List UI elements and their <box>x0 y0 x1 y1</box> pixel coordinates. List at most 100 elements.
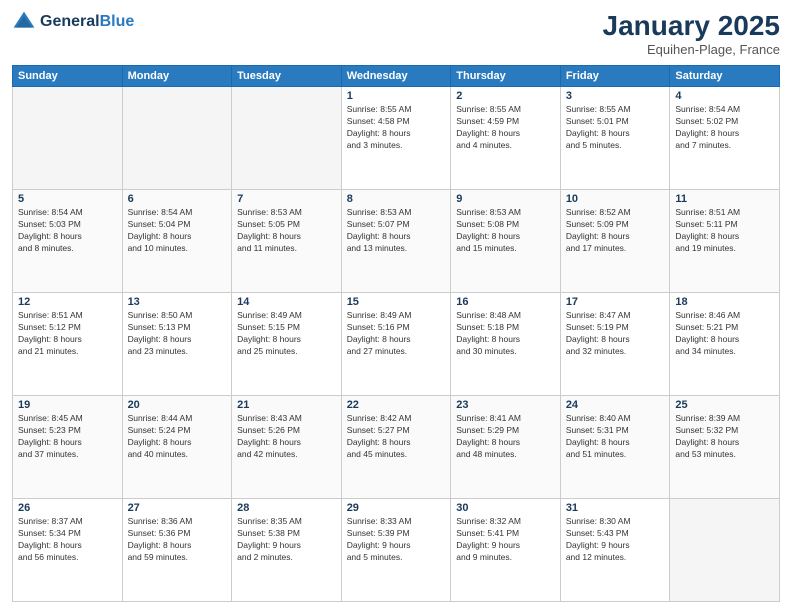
month-title: January 2025 <box>603 10 780 42</box>
day-info: Sunrise: 8:35 AM Sunset: 5:38 PM Dayligh… <box>237 516 336 564</box>
calendar-cell: 29 Sunrise: 8:33 AM Sunset: 5:39 PM Dayli… <box>341 499 451 602</box>
day-info: Sunrise: 8:54 AM Sunset: 5:03 PM Dayligh… <box>18 207 117 255</box>
day-info: Sunrise: 8:43 AM Sunset: 5:26 PM Dayligh… <box>237 413 336 461</box>
calendar-cell: 8 Sunrise: 8:53 AM Sunset: 5:07 PM Daylig… <box>341 190 451 293</box>
day-number: 2 <box>456 90 555 102</box>
calendar-cell: 15 Sunrise: 8:49 AM Sunset: 5:16 PM Dayli… <box>341 293 451 396</box>
day-info: Sunrise: 8:53 AM Sunset: 5:07 PM Dayligh… <box>347 207 446 255</box>
logo: GeneralBlue <box>12 10 134 34</box>
day-number: 9 <box>456 193 555 205</box>
calendar-table: Sunday Monday Tuesday Wednesday Thursday… <box>12 65 780 602</box>
day-info: Sunrise: 8:50 AM Sunset: 5:13 PM Dayligh… <box>128 310 227 358</box>
calendar-cell: 27 Sunrise: 8:36 AM Sunset: 5:36 PM Dayli… <box>122 499 232 602</box>
day-number: 16 <box>456 296 555 308</box>
calendar-cell <box>13 87 123 190</box>
logo-icon <box>12 10 36 34</box>
day-info: Sunrise: 8:32 AM Sunset: 5:41 PM Dayligh… <box>456 516 555 564</box>
day-number: 21 <box>237 399 336 411</box>
day-info: Sunrise: 8:54 AM Sunset: 5:04 PM Dayligh… <box>128 207 227 255</box>
calendar-cell: 21 Sunrise: 8:43 AM Sunset: 5:26 PM Dayli… <box>232 396 342 499</box>
day-info: Sunrise: 8:40 AM Sunset: 5:31 PM Dayligh… <box>566 413 665 461</box>
day-info: Sunrise: 8:44 AM Sunset: 5:24 PM Dayligh… <box>128 413 227 461</box>
day-number: 10 <box>566 193 665 205</box>
day-number: 30 <box>456 502 555 514</box>
calendar-cell: 5 Sunrise: 8:54 AM Sunset: 5:03 PM Daylig… <box>13 190 123 293</box>
day-number: 5 <box>18 193 117 205</box>
calendar-week-1: 1 Sunrise: 8:55 AM Sunset: 4:58 PM Daylig… <box>13 87 780 190</box>
day-number: 28 <box>237 502 336 514</box>
day-info: Sunrise: 8:54 AM Sunset: 5:02 PM Dayligh… <box>675 104 774 152</box>
day-number: 3 <box>566 90 665 102</box>
calendar-cell: 13 Sunrise: 8:50 AM Sunset: 5:13 PM Dayli… <box>122 293 232 396</box>
calendar-cell: 7Sunrise: 8:53 AM Sunset: 5:05 PM Daylig… <box>232 190 342 293</box>
day-number: 15 <box>347 296 446 308</box>
day-number: 1 <box>347 90 446 102</box>
col-monday: Monday <box>122 66 232 87</box>
calendar-cell: 22Sunrise: 8:42 AM Sunset: 5:27 PM Dayli… <box>341 396 451 499</box>
calendar-cell: 4 Sunrise: 8:54 AM Sunset: 5:02 PM Daylig… <box>670 87 780 190</box>
day-info: Sunrise: 8:37 AM Sunset: 5:34 PM Dayligh… <box>18 516 117 564</box>
calendar-cell: 17 Sunrise: 8:47 AM Sunset: 5:19 PM Dayli… <box>560 293 670 396</box>
day-number: 12 <box>18 296 117 308</box>
day-number: 6 <box>128 193 227 205</box>
calendar-cell: 11 Sunrise: 8:51 AM Sunset: 5:11 PM Dayli… <box>670 190 780 293</box>
day-info: Sunrise: 8:48 AM Sunset: 5:18 PM Dayligh… <box>456 310 555 358</box>
day-info: Sunrise: 8:55 AM Sunset: 5:01 PM Dayligh… <box>566 104 665 152</box>
day-info: Sunrise: 8:49 AM Sunset: 5:16 PM Dayligh… <box>347 310 446 358</box>
day-info: Sunrise: 8:55 AM Sunset: 4:59 PM Dayligh… <box>456 104 555 152</box>
calendar-cell: 2 Sunrise: 8:55 AM Sunset: 4:59 PM Daylig… <box>451 87 561 190</box>
day-info: Sunrise: 8:45 AM Sunset: 5:23 PM Dayligh… <box>18 413 117 461</box>
calendar-cell: 1 Sunrise: 8:55 AM Sunset: 4:58 PM Daylig… <box>341 87 451 190</box>
day-number: 4 <box>675 90 774 102</box>
day-number: 7 <box>237 193 336 205</box>
day-info: Sunrise: 8:47 AM Sunset: 5:19 PM Dayligh… <box>566 310 665 358</box>
calendar-cell: 24 Sunrise: 8:40 AM Sunset: 5:31 PM Dayli… <box>560 396 670 499</box>
calendar-week-2: 5 Sunrise: 8:54 AM Sunset: 5:03 PM Daylig… <box>13 190 780 293</box>
calendar-week-3: 12 Sunrise: 8:51 AM Sunset: 5:12 PM Dayli… <box>13 293 780 396</box>
day-info: Sunrise: 8:36 AM Sunset: 5:36 PM Dayligh… <box>128 516 227 564</box>
col-friday: Friday <box>560 66 670 87</box>
calendar-cell <box>670 499 780 602</box>
col-tuesday: Tuesday <box>232 66 342 87</box>
day-number: 18 <box>675 296 774 308</box>
calendar-cell: 10 Sunrise: 8:52 AM Sunset: 5:09 PM Dayli… <box>560 190 670 293</box>
calendar-cell: 14 Sunrise: 8:49 AM Sunset: 5:15 PM Dayli… <box>232 293 342 396</box>
calendar-cell: 23Sunrise: 8:41 AM Sunset: 5:29 PM Dayli… <box>451 396 561 499</box>
day-info: Sunrise: 8:55 AM Sunset: 4:58 PM Dayligh… <box>347 104 446 152</box>
col-sunday: Sunday <box>13 66 123 87</box>
col-thursday: Thursday <box>451 66 561 87</box>
calendar-cell: 26Sunrise: 8:37 AM Sunset: 5:34 PM Dayli… <box>13 499 123 602</box>
day-number: 20 <box>128 399 227 411</box>
calendar-cell: 20 Sunrise: 8:44 AM Sunset: 5:24 PM Dayli… <box>122 396 232 499</box>
day-number: 24 <box>566 399 665 411</box>
calendar-cell <box>122 87 232 190</box>
calendar-cell: 6 Sunrise: 8:54 AM Sunset: 5:04 PM Daylig… <box>122 190 232 293</box>
day-info: Sunrise: 8:49 AM Sunset: 5:15 PM Dayligh… <box>237 310 336 358</box>
day-number: 11 <box>675 193 774 205</box>
day-info: Sunrise: 8:51 AM Sunset: 5:12 PM Dayligh… <box>18 310 117 358</box>
day-number: 8 <box>347 193 446 205</box>
day-info: Sunrise: 8:42 AM Sunset: 5:27 PM Dayligh… <box>347 413 446 461</box>
day-number: 17 <box>566 296 665 308</box>
day-info: Sunrise: 8:52 AM Sunset: 5:09 PM Dayligh… <box>566 207 665 255</box>
page: GeneralBlue January 2025 Equihen-Plage, … <box>0 0 792 612</box>
location: Equihen-Plage, France <box>603 42 780 57</box>
calendar-cell: 16 Sunrise: 8:48 AM Sunset: 5:18 PM Dayli… <box>451 293 561 396</box>
calendar-cell: 25Sunrise: 8:39 AM Sunset: 5:32 PM Dayli… <box>670 396 780 499</box>
day-number: 27 <box>128 502 227 514</box>
title-block: January 2025 Equihen-Plage, France <box>603 10 780 57</box>
day-info: Sunrise: 8:53 AM Sunset: 5:08 PM Dayligh… <box>456 207 555 255</box>
day-info: Sunrise: 8:51 AM Sunset: 5:11 PM Dayligh… <box>675 207 774 255</box>
calendar-cell: 31Sunrise: 8:30 AM Sunset: 5:43 PM Dayli… <box>560 499 670 602</box>
day-info: Sunrise: 8:46 AM Sunset: 5:21 PM Dayligh… <box>675 310 774 358</box>
day-number: 14 <box>237 296 336 308</box>
day-number: 13 <box>128 296 227 308</box>
day-info: Sunrise: 8:39 AM Sunset: 5:32 PM Dayligh… <box>675 413 774 461</box>
col-wednesday: Wednesday <box>341 66 451 87</box>
calendar-cell: 30 Sunrise: 8:32 AM Sunset: 5:41 PM Dayli… <box>451 499 561 602</box>
logo-text: GeneralBlue <box>40 13 134 31</box>
day-info: Sunrise: 8:33 AM Sunset: 5:39 PM Dayligh… <box>347 516 446 564</box>
calendar-cell <box>232 87 342 190</box>
calendar-cell: 12 Sunrise: 8:51 AM Sunset: 5:12 PM Dayli… <box>13 293 123 396</box>
day-number: 29 <box>347 502 446 514</box>
